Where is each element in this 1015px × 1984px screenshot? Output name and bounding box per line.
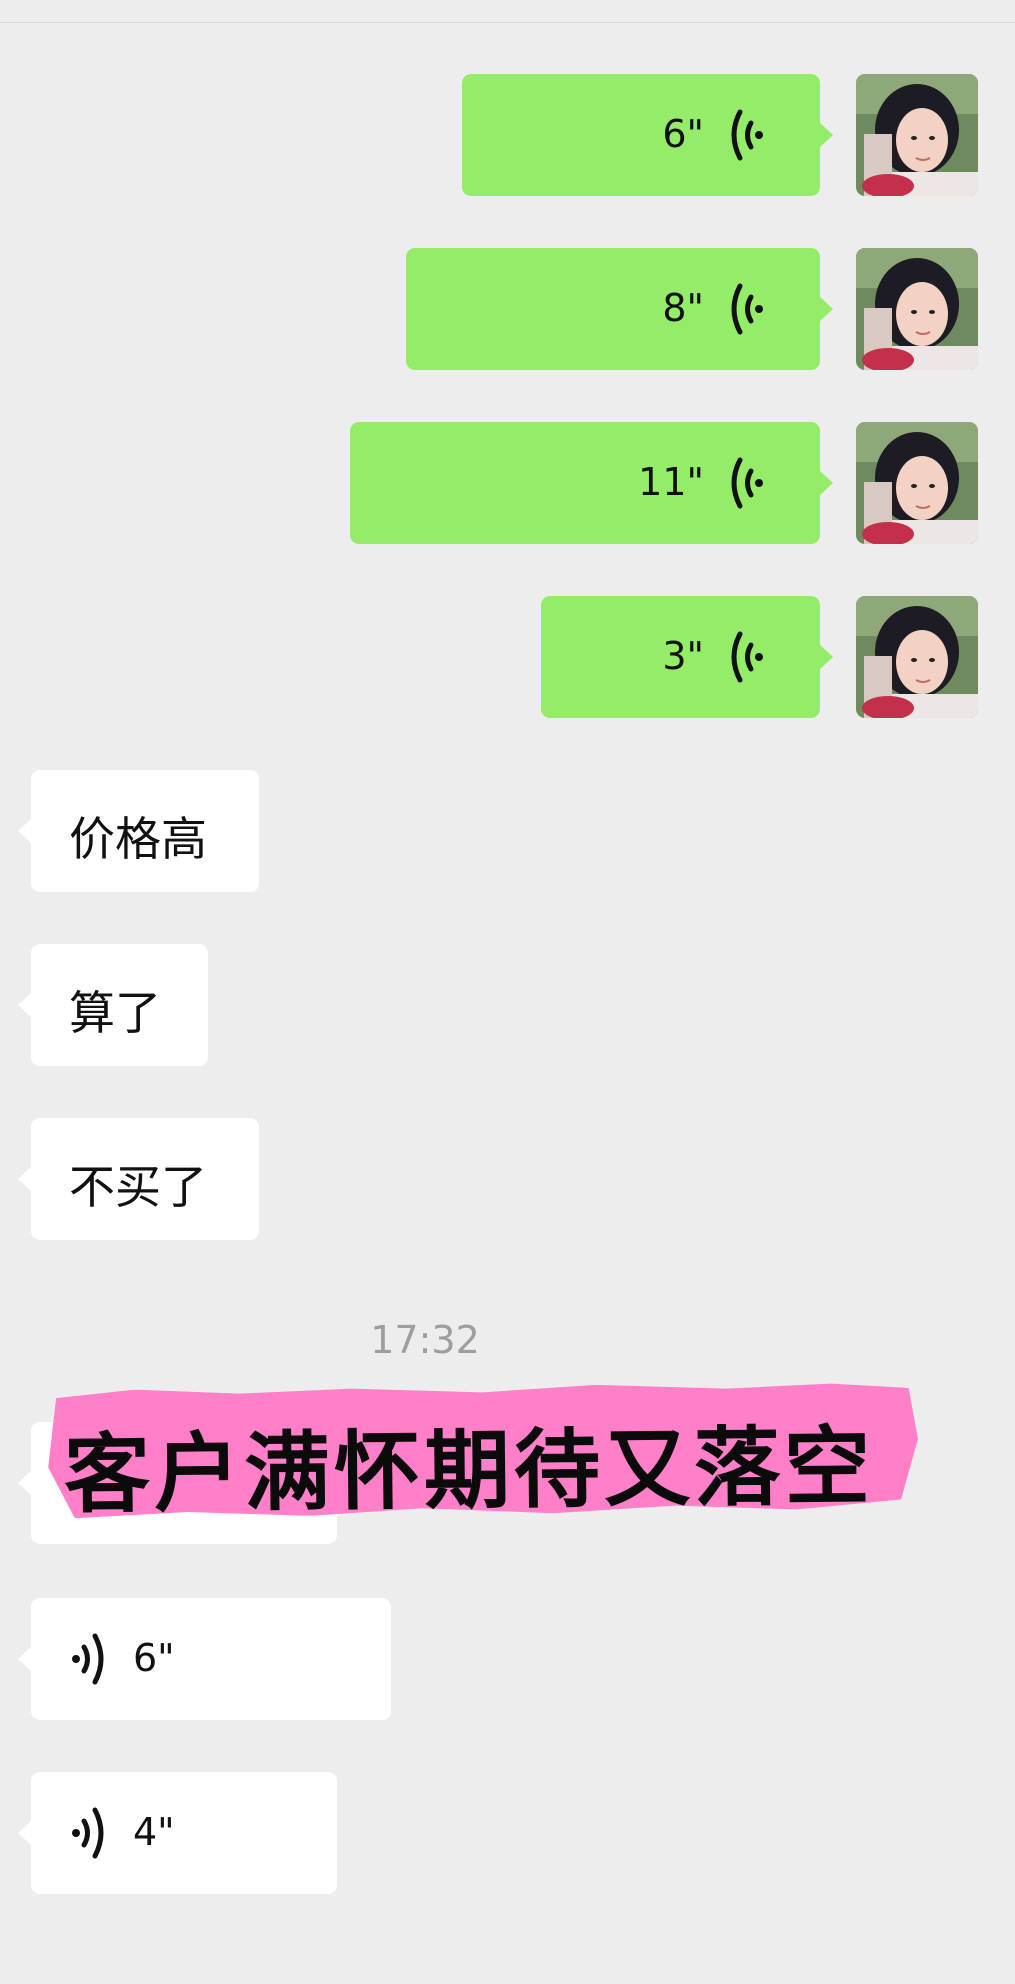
message-row-outgoing: 6" [0, 74, 1015, 198]
voice-message-bubble[interactable]: 6" [18, 1598, 391, 1720]
voice-message-bubble[interactable]: 8" [406, 248, 833, 370]
voice-wave-icon [731, 109, 763, 161]
overlay-caption: 客户满怀期待又落空 [63, 1417, 875, 1526]
voice-wave-icon [731, 283, 763, 335]
message-row-outgoing: 8" [0, 248, 1015, 372]
message-row-incoming: 6" [0, 1598, 1015, 1722]
voice-wave-icon [72, 1633, 104, 1685]
message-row-incoming: 不买了 [0, 1118, 1015, 1242]
user-avatar[interactable] [856, 248, 978, 370]
chat-timestamp: 17:32 [370, 1318, 480, 1362]
voice-duration: 6" [133, 1636, 175, 1680]
message-row-incoming: 算了 [0, 944, 1015, 1068]
voice-duration: 3" [662, 634, 704, 678]
voice-wave-icon [72, 1807, 104, 1859]
voice-wave-icon [731, 631, 763, 683]
text-message-bubble[interactable]: 价格高 [18, 770, 259, 892]
user-avatar[interactable] [856, 596, 978, 718]
message-text: 不买了 [69, 1160, 207, 1214]
message-row-outgoing: 11" [0, 422, 1015, 546]
voice-duration: 8" [662, 286, 704, 330]
user-avatar[interactable] [856, 74, 978, 196]
text-message-bubble[interactable]: 算了 [18, 944, 208, 1066]
voice-duration: 11" [638, 460, 704, 504]
voice-message-bubble[interactable]: 3" [541, 596, 833, 718]
text-message-bubble[interactable]: 不买了 [18, 1118, 259, 1240]
message-row-incoming: 价格高 [0, 770, 1015, 894]
voice-duration: 6" [662, 112, 704, 156]
user-avatar[interactable] [856, 422, 978, 544]
voice-message-bubble[interactable]: 4" [18, 1772, 337, 1894]
voice-message-bubble[interactable]: 6" [462, 74, 833, 196]
voice-message-bubble[interactable]: 11" [350, 422, 833, 544]
message-text: 算了 [69, 986, 161, 1040]
top-divider [0, 22, 1015, 23]
voice-wave-icon [731, 457, 763, 509]
voice-duration: 4" [133, 1810, 175, 1854]
message-row-incoming: 4" [0, 1772, 1015, 1896]
message-text: 价格高 [69, 812, 207, 866]
message-row-outgoing: 3" [0, 596, 1015, 720]
